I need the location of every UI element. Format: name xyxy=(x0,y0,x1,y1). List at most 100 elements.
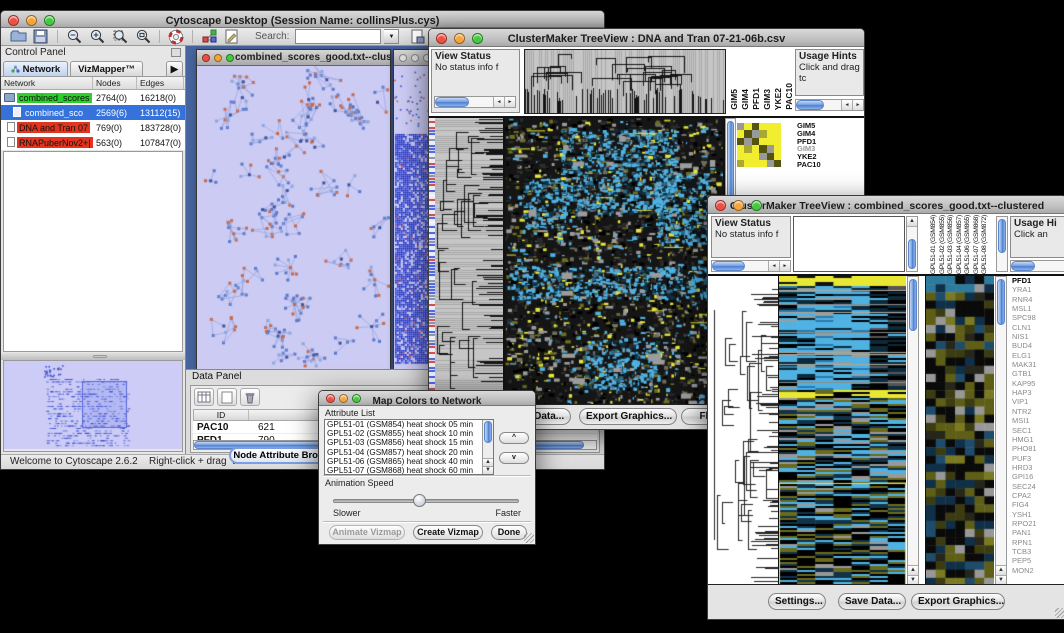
col-edges[interactable]: Edges xyxy=(137,77,184,89)
network-list-row[interactable]: combined_scores2764(0)16218(0) xyxy=(1,90,185,105)
gene-label[interactable]: ELG1 xyxy=(1012,351,1064,360)
attribute-item[interactable]: GPL51-04 (GSM857) heat shock 20 min xyxy=(325,448,493,457)
scrollbar-thumb[interactable] xyxy=(909,279,917,331)
gene-label[interactable]: SPC98 xyxy=(1012,313,1064,322)
speed-slider-thumb[interactable] xyxy=(413,494,426,507)
zoom-button[interactable] xyxy=(226,54,234,62)
attribute-item[interactable]: GPL51-01 (GSM854) heat shock 05 min xyxy=(325,420,493,429)
usage-hints-scrollbar[interactable]: ◄► xyxy=(795,99,864,111)
gene-label[interactable]: GPI16 xyxy=(1012,472,1064,481)
scroll-left-icon[interactable]: ◄ xyxy=(493,97,504,107)
gene-label[interactable]: NIS1 xyxy=(1012,332,1064,341)
resize-grip[interactable] xyxy=(1055,608,1064,618)
scroll-down-icon[interactable]: ▼ xyxy=(483,466,493,474)
gene-label[interactable]: MON2 xyxy=(1012,566,1064,575)
attribute-select-icon[interactable] xyxy=(194,388,214,406)
gene-label[interactable]: CLN1 xyxy=(1012,323,1064,332)
main-titlebar[interactable]: Cytoscape Desktop (Session Name: collins… xyxy=(1,11,604,28)
scroll-right-icon[interactable]: ► xyxy=(852,100,863,110)
gene-label[interactable]: RPO21 xyxy=(1012,519,1064,528)
tab-overflow-button[interactable]: ▶ xyxy=(166,61,183,76)
minimize-button[interactable] xyxy=(339,394,348,403)
gene-label[interactable]: CPA2 xyxy=(1012,491,1064,500)
network-view-titlebar[interactable]: combined_scores_good.txt--cluste... xyxy=(197,50,390,66)
settings-button[interactable]: Settings... xyxy=(768,593,826,610)
zoom-out-icon[interactable] xyxy=(64,29,84,45)
gene-label[interactable]: MSL1 xyxy=(1012,304,1064,313)
tab-vizmapper[interactable]: VizMapper™ xyxy=(70,61,143,76)
gene-label[interactable]: HMG1 xyxy=(1012,435,1064,444)
background-network-canvas[interactable] xyxy=(394,66,432,369)
vizmap-grid-icon[interactable] xyxy=(199,29,219,45)
background-window-titlebar[interactable] xyxy=(394,50,432,66)
tv1-titlebar[interactable]: ClusterMaker TreeView : DNA and Tran 07-… xyxy=(429,29,864,47)
minimize-button[interactable] xyxy=(411,54,419,62)
animate-vizmap-button[interactable]: Animate Vizmap xyxy=(329,525,405,540)
gene-label[interactable]: GTB1 xyxy=(1012,369,1064,378)
scrollbar-thumb[interactable] xyxy=(908,239,916,269)
float-panel-icon[interactable] xyxy=(171,48,181,57)
scrollbar-thumb[interactable] xyxy=(796,100,824,110)
zoom-button[interactable] xyxy=(472,33,483,44)
delete-attribute-icon[interactable] xyxy=(240,388,260,406)
new-attribute-icon[interactable] xyxy=(217,388,237,406)
tv2-titlebar[interactable]: ClusterMaker TreeView : combined_scores_… xyxy=(708,196,1064,214)
zoom-button[interactable] xyxy=(44,15,55,26)
heatmap-canvas[interactable] xyxy=(779,276,906,586)
save-data-button[interactable]: Save Data... xyxy=(838,593,906,610)
usage-hints-scrollbar[interactable] xyxy=(1010,260,1064,272)
minimize-button[interactable] xyxy=(454,33,465,44)
attribute-item[interactable]: GPL51-06 (GSM865) heat shock 40 min xyxy=(325,457,493,466)
scroll-up-icon[interactable]: ▲ xyxy=(907,217,917,227)
network-list-row[interactable]: RNAPuberNov2+|563(0)107847(0) xyxy=(1,135,185,150)
zoom-selected-icon[interactable] xyxy=(110,29,130,45)
view-status-scrollbar[interactable]: ◄► xyxy=(434,96,516,108)
attribute-item[interactable]: GPL51-07 (GSM868) heat shock 60 min xyxy=(325,466,493,475)
dialog-titlebar[interactable]: Map Colors to Network xyxy=(319,391,535,406)
gene-label[interactable]: PUF3 xyxy=(1012,454,1064,463)
tab-network[interactable]: Network xyxy=(3,61,68,76)
background-network-window[interactable] xyxy=(393,49,433,369)
gene-label[interactable]: KAP95 xyxy=(1012,379,1064,388)
scroll-up-icon[interactable]: ▲ xyxy=(996,565,1006,575)
resize-grip[interactable] xyxy=(524,533,534,543)
gene-label[interactable]: HAP3 xyxy=(1012,388,1064,397)
zoomed-heatmap-canvas[interactable] xyxy=(926,276,994,586)
import-network-icon[interactable] xyxy=(408,29,428,45)
heatmap-canvas[interactable] xyxy=(505,118,723,406)
scroll-left-icon[interactable]: ◄ xyxy=(768,261,779,271)
gene-label[interactable]: RPN1 xyxy=(1012,538,1064,547)
zoom-button[interactable] xyxy=(751,200,762,211)
gene-label[interactable]: RNR4 xyxy=(1012,295,1064,304)
scroll-left-icon[interactable]: ◄ xyxy=(841,100,852,110)
scrollbar-thumb[interactable] xyxy=(484,421,492,443)
mini-correlation-heatmap[interactable] xyxy=(737,123,781,167)
attribute-item[interactable]: GPL51-02 (GSM855) heat shock 10 min xyxy=(325,429,493,438)
help-lifesaver-icon[interactable] xyxy=(166,29,186,45)
network-view-window[interactable]: combined_scores_good.txt--cluste... xyxy=(196,49,391,369)
move-up-button[interactable]: ^ xyxy=(499,432,529,444)
create-vizmap-button[interactable]: Create Vizmap xyxy=(413,525,483,540)
close-button[interactable] xyxy=(8,15,19,26)
scrollbar-thumb[interactable] xyxy=(1011,261,1035,271)
zoom-vscrollbar[interactable]: ▲▼ xyxy=(995,276,1007,586)
scroll-right-icon[interactable]: ► xyxy=(504,97,515,107)
minimize-button[interactable] xyxy=(214,54,222,62)
gene-label[interactable]: YSH1 xyxy=(1012,510,1064,519)
attribute-item[interactable]: GPL51-03 (GSM856) heat shock 15 min xyxy=(325,438,493,447)
minimize-button[interactable] xyxy=(733,200,744,211)
network-overview-panel[interactable] xyxy=(3,360,183,452)
close-button[interactable] xyxy=(715,200,726,211)
gene-label[interactable]: BUD4 xyxy=(1012,341,1064,350)
close-button[interactable] xyxy=(399,54,407,62)
gene-label[interactable]: VIP1 xyxy=(1012,397,1064,406)
export-graphics-button[interactable]: Export Graphics... xyxy=(911,593,1005,610)
gene-label[interactable]: PAN1 xyxy=(1012,528,1064,537)
network-list-row[interactable]: DNA and Tran 07769(0)183728(0) xyxy=(1,120,185,135)
zoom-in-icon[interactable] xyxy=(87,29,107,45)
gene-label[interactable]: PEP5 xyxy=(1012,556,1064,565)
panel-divider[interactable] xyxy=(1,353,185,360)
zoom-button[interactable] xyxy=(352,394,361,403)
search-input[interactable] xyxy=(295,29,381,44)
labels-vscrollbar[interactable] xyxy=(996,216,1008,272)
